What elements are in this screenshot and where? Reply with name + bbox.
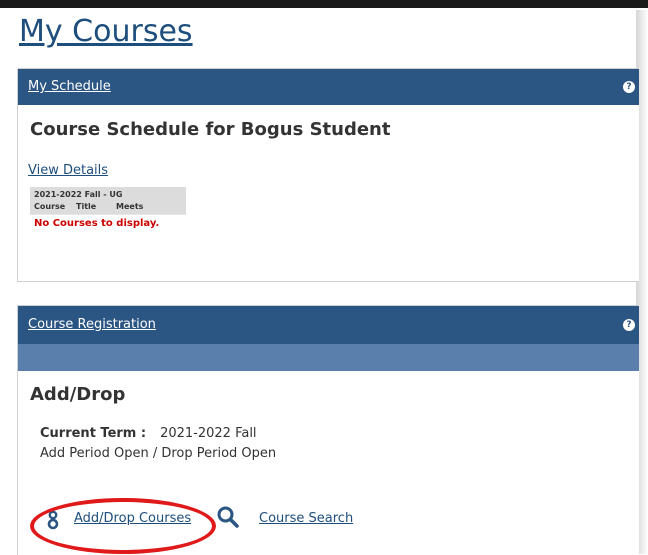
schedule-mini-table: 2021-2022 Fall - UG Course Title Meets N… [30,187,186,232]
schedule-heading: Course Schedule for Bogus Student [30,119,391,140]
top-cutoff-band [0,0,648,8]
no-courses-message: No Courses to display. [30,214,186,232]
view-details-link[interactable]: View Details [28,163,108,178]
current-term-label: Current Term : [40,426,147,441]
page-title[interactable]: My Courses [19,14,193,49]
schedule-panel: My Schedule ? Course Schedule for Bogus … [17,68,639,282]
schedule-panel-header: My Schedule ? [18,69,639,105]
schedule-column-headers: Course Title Meets [30,200,186,214]
add-drop-courses-link[interactable]: Add/Drop Courses [74,511,191,526]
course-search-link[interactable]: Course Search [259,511,353,526]
period-status: Add Period Open / Drop Period Open [40,446,277,461]
current-term-value: 2021-2022 Fall [160,426,257,441]
schedule-term-label: 2021-2022 Fall - UG [30,187,186,200]
magnifier-icon[interactable] [216,505,240,529]
help-icon[interactable]: ? [623,81,635,93]
registration-panel: Course Registration ? Add/Drop Current T… [17,305,639,555]
add-drop-heading: Add/Drop [30,384,126,405]
column-header-course: Course [34,202,66,211]
add-drop-icon[interactable] [46,510,60,530]
registration-panel-header: Course Registration ? [18,306,639,344]
course-registration-link[interactable]: Course Registration [28,317,156,332]
registration-subbar [18,344,639,371]
column-header-title: Title [76,202,97,211]
column-header-meets: Meets [116,202,144,211]
current-term-line: Current Term : 2021-2022 Fall [40,426,257,441]
my-schedule-link[interactable]: My Schedule [28,79,111,94]
help-icon[interactable]: ? [623,319,635,331]
